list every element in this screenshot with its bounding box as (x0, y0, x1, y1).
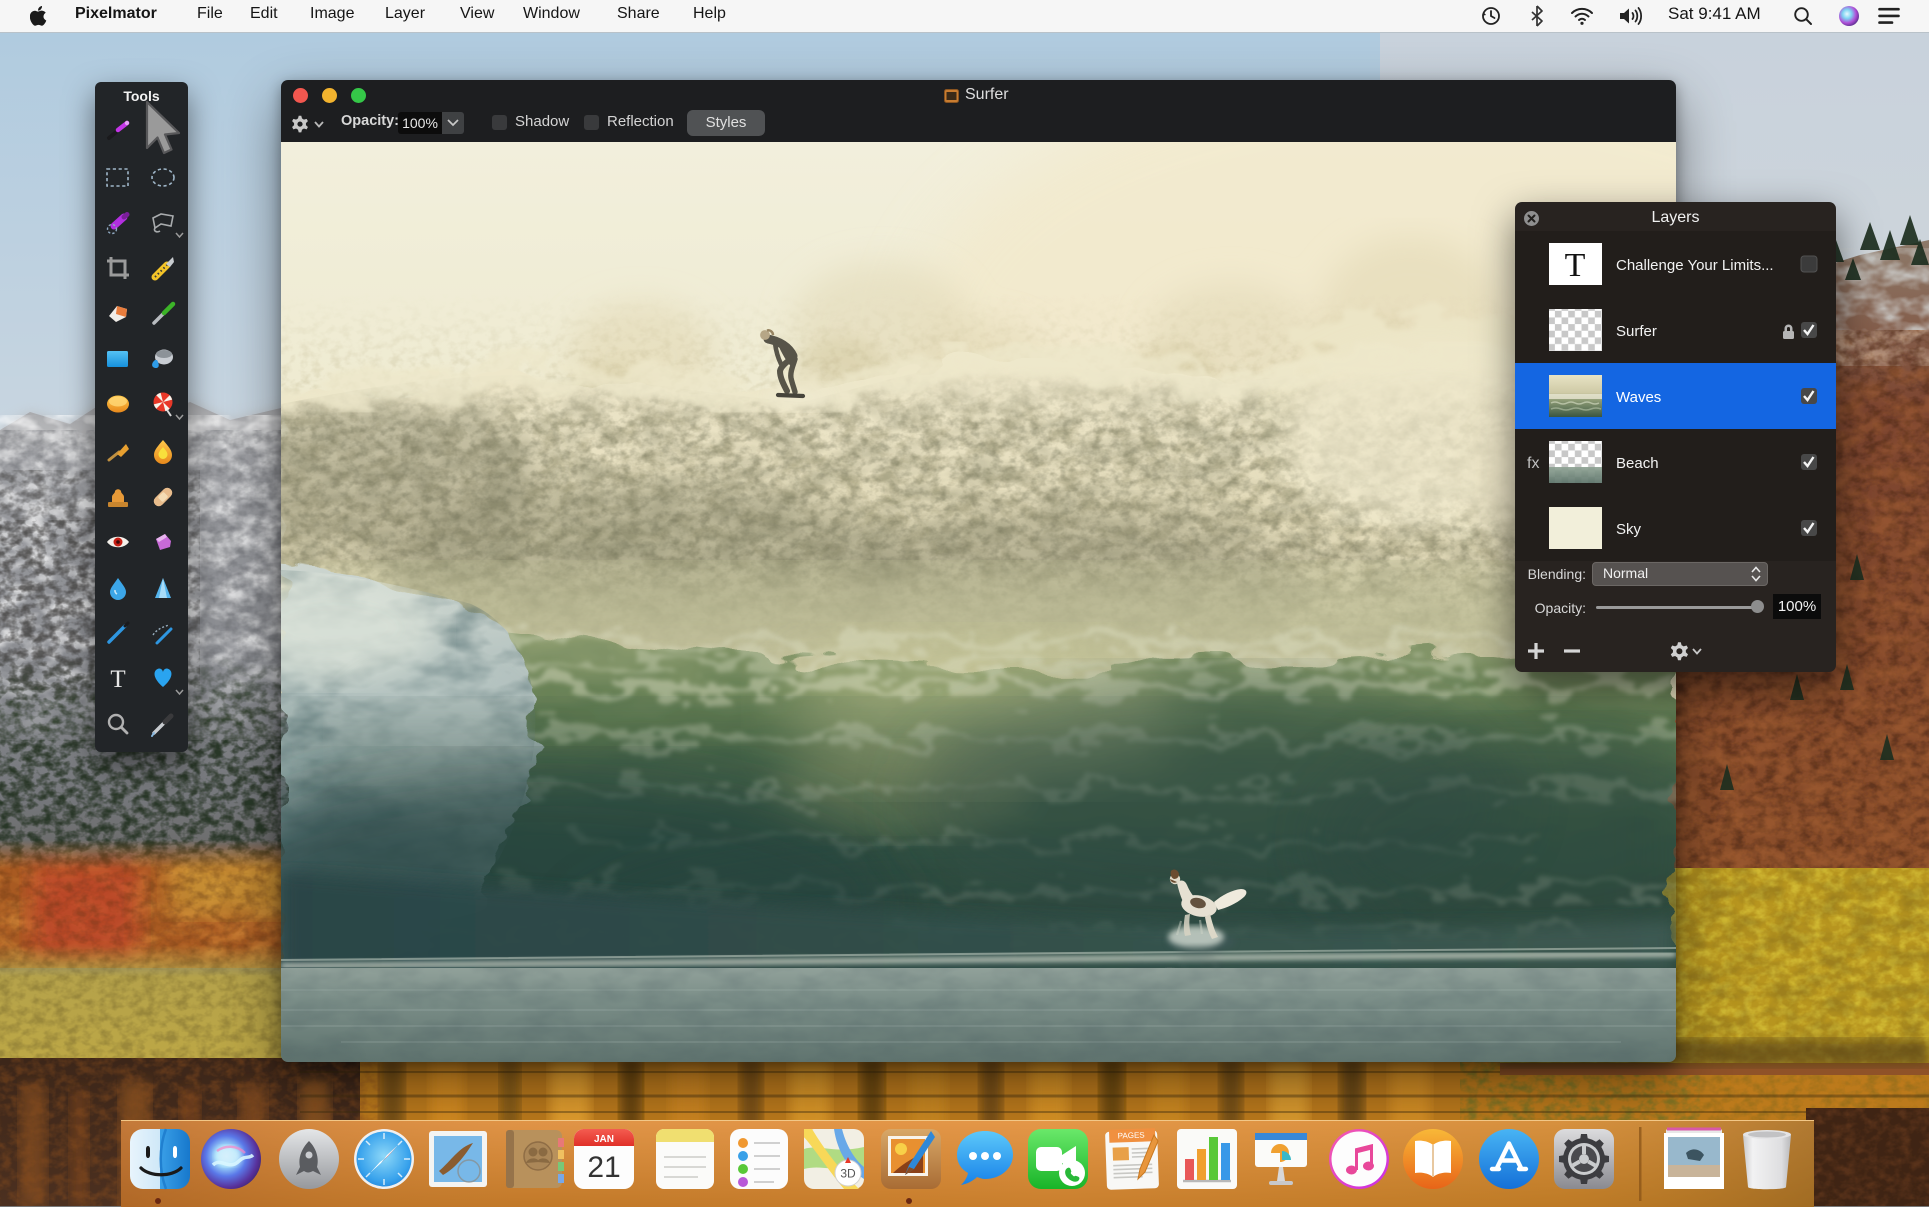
svg-text:Surfer: Surfer (1616, 323, 1657, 340)
svg-text:Waves: Waves (1616, 389, 1661, 406)
svg-text:21: 21 (587, 1151, 620, 1184)
svg-text:Challenge Your Limits...: Challenge Your Limits... (1616, 257, 1774, 274)
svg-text:PAGES: PAGES (1118, 1131, 1145, 1141)
svg-text:T: T (110, 666, 125, 693)
svg-text:T: T (1565, 247, 1586, 284)
svg-text:3D: 3D (840, 1167, 856, 1181)
svg-text:Sky: Sky (1616, 521, 1642, 538)
svg-text:Beach: Beach (1616, 455, 1659, 472)
svg-text:fx: fx (1527, 455, 1539, 472)
svg-text:JAN: JAN (594, 1134, 614, 1145)
